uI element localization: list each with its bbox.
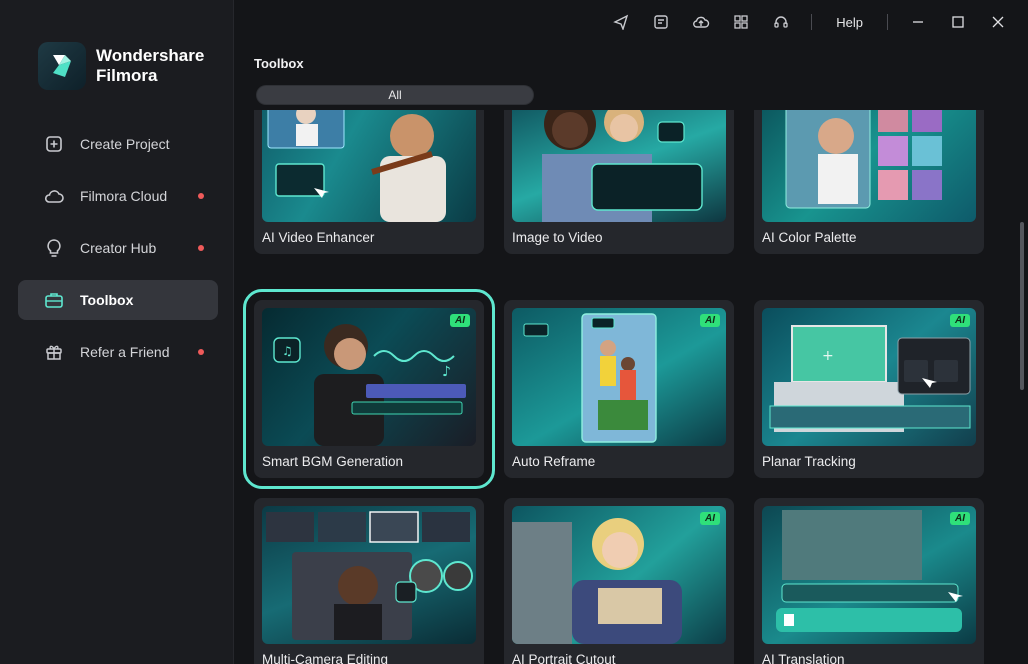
card-label: AI Color Palette <box>762 230 857 245</box>
ai-badge: AI <box>700 314 720 327</box>
sidebar-item-filmora-cloud[interactable]: Filmora Cloud <box>18 176 218 216</box>
sidebar-item-label: Toolbox <box>80 292 134 308</box>
app-logo: Wondershare Filmora <box>38 42 204 90</box>
card-thumbnail <box>512 110 726 222</box>
separator <box>887 14 888 30</box>
card-label: Multi-Camera Editing <box>262 652 389 664</box>
help-button[interactable]: Help <box>822 15 877 30</box>
tool-card-selected[interactable]: ♫ ♪ AI Smart BGM Generation <box>243 289 495 489</box>
minimize-icon[interactable] <box>898 0 938 44</box>
headset-icon[interactable] <box>761 0 801 44</box>
card-label: Image to Video <box>512 230 603 245</box>
sidebar-item-label: Refer a Friend <box>80 344 170 360</box>
card-thumbnail <box>762 506 976 644</box>
card-thumbnail <box>512 506 726 644</box>
tool-card[interactable]: + AI Planar Tracking <box>754 300 984 478</box>
sidebar: Wondershare Filmora Create Project Filmo… <box>0 0 234 664</box>
news-icon[interactable] <box>641 0 681 44</box>
filter-tab-all[interactable]: All <box>257 86 533 104</box>
sidebar-item-create-project[interactable]: Create Project <box>18 124 218 164</box>
ai-badge: AI <box>700 512 720 525</box>
tool-card[interactable]: AI Image to Video <box>504 110 734 254</box>
send-icon[interactable] <box>601 0 641 44</box>
cloud-upload-icon[interactable] <box>681 0 721 44</box>
card-label: AI Translation <box>762 652 845 664</box>
toolbox-icon <box>44 290 64 310</box>
gift-icon <box>44 342 64 362</box>
tool-card[interactable]: Multi-Camera Editing <box>254 498 484 664</box>
card-thumbnail <box>262 506 476 644</box>
scrollbar[interactable] <box>1020 222 1024 390</box>
sidebar-item-label: Filmora Cloud <box>80 188 168 204</box>
card-thumbnail <box>512 308 726 446</box>
category-filter[interactable]: All <box>256 85 534 105</box>
tool-card[interactable]: AI AI Color Palette <box>754 110 984 254</box>
title-bar: Help <box>234 0 1028 44</box>
lightbulb-icon <box>44 238 64 258</box>
card-label: Auto Reframe <box>512 454 596 469</box>
filmora-logo-icon <box>38 42 86 90</box>
ai-badge: AI <box>950 314 970 327</box>
toolbox-grid: AI AI Video Enhancer AI Image to Video <box>234 110 1004 664</box>
sidebar-item-refer-a-friend[interactable]: Refer a Friend <box>18 332 218 372</box>
card-thumbnail: ♫ ♪ <box>262 308 476 446</box>
card-label: AI Video Enhancer <box>262 230 375 245</box>
brand-line2: Filmora <box>96 66 158 85</box>
card-label: Smart BGM Generation <box>262 454 404 469</box>
card-label: AI Portrait Cutout <box>512 652 616 664</box>
svg-text:♪: ♪ <box>442 364 451 380</box>
grid-icon[interactable] <box>721 0 761 44</box>
sidebar-item-creator-hub[interactable]: Creator Hub <box>18 228 218 268</box>
tool-card[interactable]: AI AI Portrait Cutout <box>504 498 734 664</box>
separator <box>811 14 813 30</box>
svg-text:♫: ♫ <box>282 344 293 358</box>
sidebar-item-label: Creator Hub <box>80 240 157 256</box>
sidebar-item-toolbox[interactable]: Toolbox <box>18 280 218 320</box>
brand-line1: Wondershare <box>96 46 205 65</box>
main-content: Toolbox All AI AI Video Enhancer <box>234 44 1028 664</box>
close-icon[interactable] <box>978 0 1018 44</box>
card-thumbnail: + <box>762 308 976 446</box>
tool-card[interactable]: AI Auto Reframe <box>504 300 734 478</box>
sidebar-nav: Create Project Filmora Cloud Creator Hub… <box>18 124 218 384</box>
tool-card[interactable]: AI AI Translation <box>754 498 984 664</box>
cloud-icon <box>44 186 64 206</box>
card-thumbnail <box>262 110 476 222</box>
notification-dot <box>198 245 204 251</box>
ai-badge: AI <box>950 512 970 525</box>
maximize-icon[interactable] <box>938 0 978 44</box>
card-thumbnail <box>762 110 976 222</box>
page-title: Toolbox <box>254 56 304 71</box>
ai-badge: AI <box>450 314 470 327</box>
plus-square-icon <box>44 134 64 154</box>
notification-dot <box>198 193 204 199</box>
tool-card[interactable]: AI AI Video Enhancer <box>254 110 484 254</box>
notification-dot <box>198 349 204 355</box>
svg-text:+: + <box>822 348 834 364</box>
sidebar-item-label: Create Project <box>80 136 170 152</box>
card-label: Planar Tracking <box>762 454 856 469</box>
